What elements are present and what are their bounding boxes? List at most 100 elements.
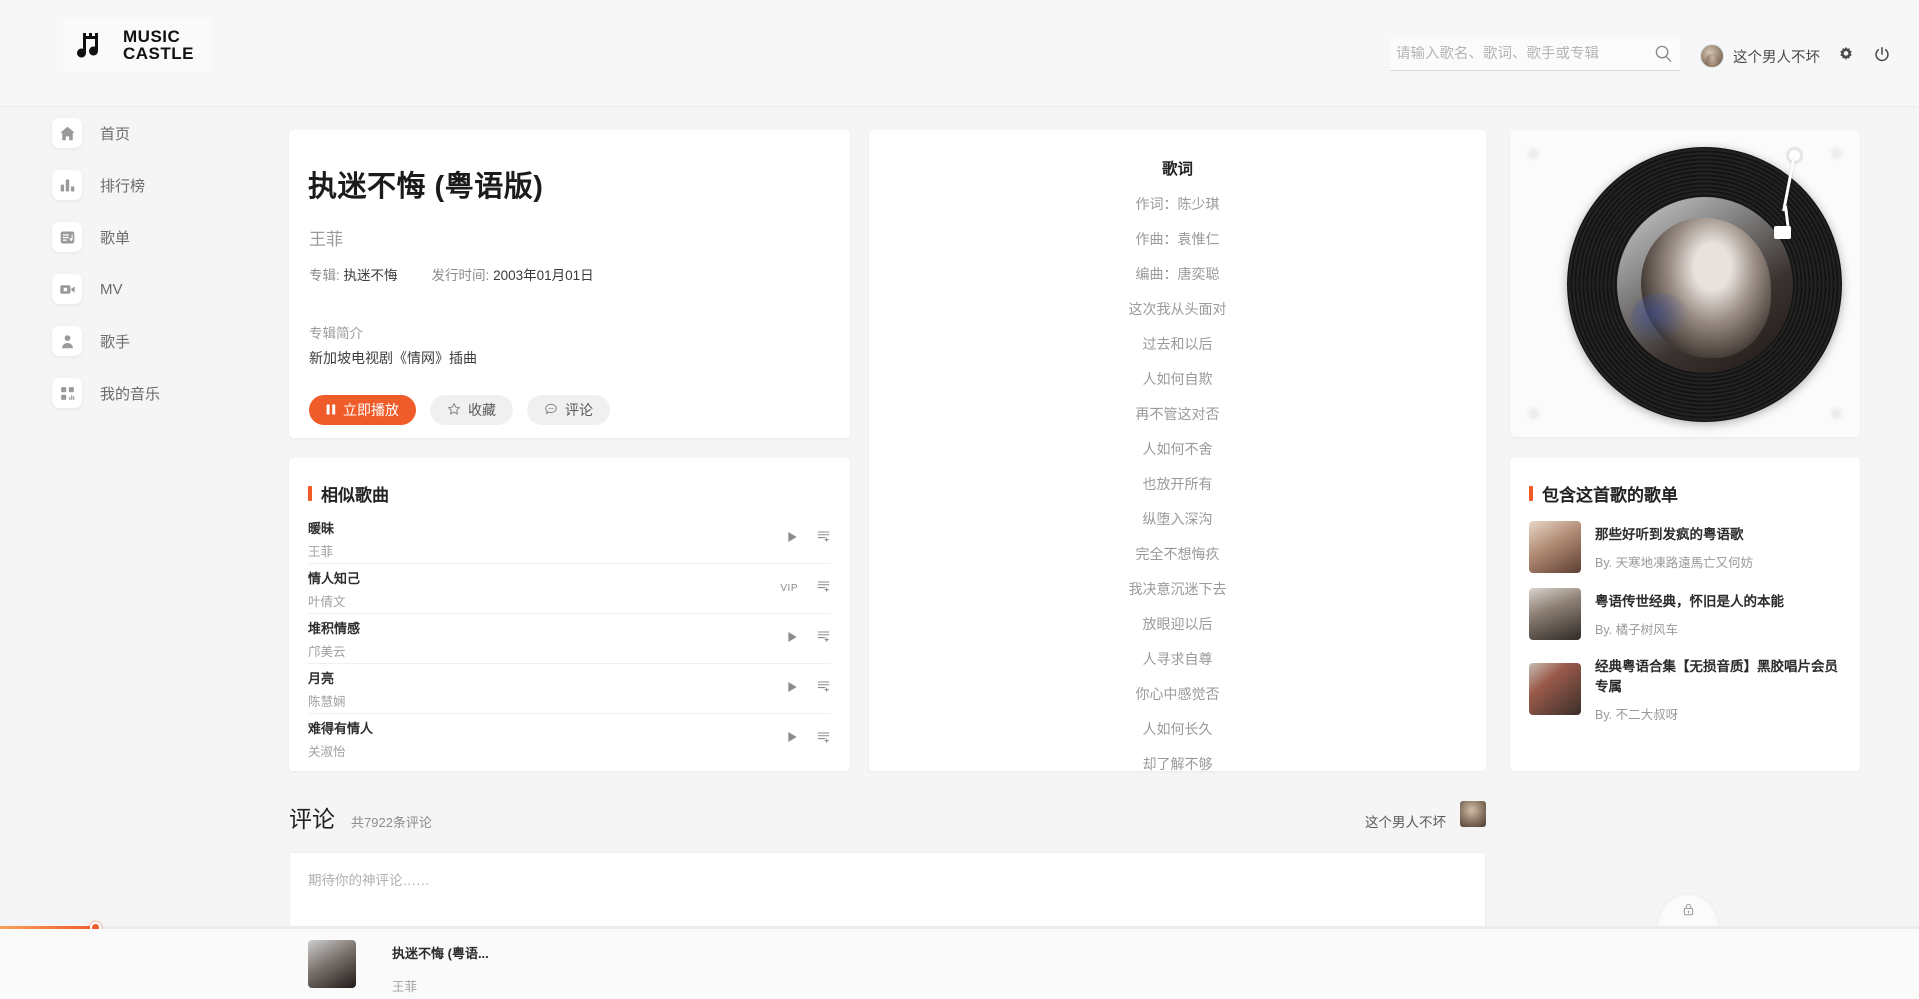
song-artist[interactable]: 王菲 [309, 225, 850, 250]
similar-song-actions [787, 730, 831, 749]
artist-icon [52, 326, 82, 356]
logo[interactable]: MUSIC CASTLE [63, 18, 211, 72]
playlists-list: 那些好听到发疯的粤语歌 By. 天寒地凍路遠馬亡又何妨 粤语传世经典，怀旧是人的本能… [1510, 521, 1860, 723]
similar-song-row[interactable]: 难得有情人 关淑怡 [308, 714, 831, 764]
similar-song-name: 月亮 [308, 670, 335, 686]
collect-label: 收藏 [468, 402, 496, 418]
similar-song-row[interactable]: 月亮 陈慧娴 [308, 664, 831, 714]
playlist-item[interactable]: 粤语传世经典，怀旧是人的本能 By. 橘子树风车 [1529, 588, 1841, 640]
lyrics-line: 作词：陈少琪 [1135, 196, 1220, 212]
similar-song-actions [787, 629, 831, 648]
lock-icon [1681, 902, 1696, 922]
add-to-playlist-icon[interactable] [817, 529, 831, 548]
playlist-cover [1529, 521, 1581, 573]
play-now-button[interactable]: 立即播放 [309, 395, 416, 425]
sidebar-item-artist[interactable]: 歌手 [0, 315, 240, 367]
similar-song-info: 难得有情人 关淑怡 [308, 718, 787, 760]
add-to-playlist-icon[interactable] [817, 679, 831, 698]
playlist-text: 那些好听到发疯的粤语歌 By. 天寒地凍路遠馬亡又何妨 [1595, 523, 1753, 571]
avatar [1700, 44, 1724, 68]
lyrics-line: 过去和以后 [1142, 336, 1213, 352]
screw-icon [1829, 406, 1844, 421]
username-label: 这个男人不坏 [1733, 49, 1820, 66]
vip-badge: VIP [780, 583, 798, 594]
sidebar-item-chart[interactable]: 排行榜 [0, 159, 240, 211]
lyrics-list: 作词：陈少琪 作曲：袁惟仁 编曲：唐奕聪 这次我从头面对 过去和以后 人如何自欺 再不管这对… [869, 194, 1486, 771]
similar-song-actions [787, 529, 831, 548]
playlist-name: 那些好听到发疯的粤语歌 [1595, 527, 1744, 542]
playlist-icon [52, 222, 82, 252]
similar-song-row[interactable]: 暖昧 王菲 [308, 514, 831, 564]
vinyl-player [1510, 130, 1860, 437]
sidebar-item-label: 我的音乐 [100, 385, 161, 403]
comment-label: 评论 [565, 402, 593, 418]
sidebar-item-label: MV [100, 280, 123, 298]
sidebar-item-home[interactable]: 首页 [0, 107, 240, 159]
playlist-name: 经典粤语合集【无损音质】黑胶唱片会员专属 [1595, 659, 1838, 694]
vinyl-disc[interactable] [1567, 147, 1842, 422]
playlist-item[interactable]: 那些好听到发疯的粤语歌 By. 天寒地凍路遠馬亡又何妨 [1529, 521, 1841, 573]
lyrics-line: 编曲：唐奕聪 [1135, 266, 1220, 282]
screw-icon [1829, 146, 1844, 161]
search-input[interactable] [1390, 45, 1646, 62]
comments-section: 评论 共7922条评论 这个男人不坏 期待你的神评论…… [289, 800, 1486, 938]
similar-song-row[interactable]: 堆积情感 邝美云 [308, 614, 831, 664]
collect-button[interactable]: 收藏 [430, 395, 513, 425]
music-castle-logo-icon [73, 25, 113, 65]
sidebar-item-label: 首页 [100, 125, 131, 143]
play-icon[interactable] [787, 530, 798, 548]
pause-icon [326, 402, 336, 418]
comments-count: 共7922条评论 [351, 815, 432, 830]
lyrics-line: 人如何长久 [1142, 721, 1213, 737]
lyrics-line: 也放开所有 [1142, 476, 1213, 492]
similar-song-name: 难得有情人 [308, 721, 374, 736]
playlist-cover [1529, 663, 1581, 715]
release-label: 发行时间: [431, 268, 490, 283]
add-to-playlist-icon[interactable] [817, 730, 831, 749]
playlist-author: By. 不二大叔呀 [1595, 708, 1679, 722]
similar-song-info: 堆积情感 邝美云 [308, 618, 787, 660]
playlist-text: 经典粤语合集【无损音质】黑胶唱片会员专属 By. 不二大叔呀 [1595, 655, 1841, 723]
sidebar-item-label: 歌手 [100, 333, 131, 351]
play-icon[interactable] [787, 730, 798, 748]
lyrics-line: 人寻求自尊 [1142, 651, 1213, 667]
sidebar-item-mv[interactable]: MV [0, 263, 240, 315]
album-intro-label: 专辑简介 [309, 326, 363, 341]
similar-songs-card: 相似歌曲 暖昧 王菲 情人知己 叶倩文 VIP 堆积情感 邝美云 月亮 陈慧娴 难得有情人 关淑怡 [289, 458, 850, 771]
play-now-label: 立即播放 [343, 402, 399, 418]
album-cover-art [1616, 196, 1793, 373]
search-icon[interactable] [1646, 37, 1680, 71]
comments-avatar [1460, 801, 1486, 827]
sidebar-item-playlist[interactable]: 歌单 [0, 211, 240, 263]
lyrics-line: 却了解不够 [1142, 756, 1213, 771]
now-playing-thumbnail[interactable] [308, 940, 356, 988]
add-to-playlist-icon[interactable] [817, 629, 831, 648]
similar-song-row[interactable]: 情人知己 叶倩文 VIP [308, 564, 831, 614]
song-info-card: 执迷不悔 (粤语版) 王菲 专辑: 执迷不悔 发行时间: 2003年01月01日… [289, 130, 850, 438]
power-icon[interactable] [1871, 44, 1893, 66]
logo-line2: CASTLE [123, 44, 194, 63]
playlist-item[interactable]: 经典粤语合集【无损音质】黑胶唱片会员专属 By. 不二大叔呀 [1529, 655, 1841, 723]
add-to-playlist-icon[interactable] [817, 579, 831, 598]
playlist-text: 粤语传世经典，怀旧是人的本能 By. 橘子树风车 [1595, 590, 1784, 638]
home-icon [52, 118, 82, 148]
comment-button[interactable]: 评论 [527, 395, 610, 425]
logo-text: MUSIC CASTLE [123, 28, 194, 63]
album-value[interactable]: 执迷不悔 [344, 268, 398, 283]
user-menu[interactable]: 这个男人不坏 [1700, 44, 1820, 68]
play-icon[interactable] [787, 680, 798, 698]
screw-icon [1526, 146, 1541, 161]
app-header: MUSIC CASTLE 这个男人不坏 [0, 0, 1919, 107]
comments-title: 评论 [289, 806, 335, 832]
album-label: 专辑: [309, 268, 340, 283]
sidebar-item-my-music[interactable]: 我的音乐 [0, 367, 240, 419]
play-icon[interactable] [787, 630, 798, 648]
similar-song-artist: 陈慧娴 [308, 694, 346, 709]
similar-song-name: 情人知己 [308, 570, 361, 586]
sidebar-item-label: 排行榜 [100, 177, 146, 195]
gear-icon[interactable] [1835, 44, 1857, 66]
playlists-title-text: 包含这首歌的歌单 [1542, 486, 1678, 505]
similar-song-artist: 王菲 [308, 544, 334, 559]
lock-player-button[interactable] [1659, 895, 1717, 926]
search-bar[interactable] [1390, 37, 1680, 71]
